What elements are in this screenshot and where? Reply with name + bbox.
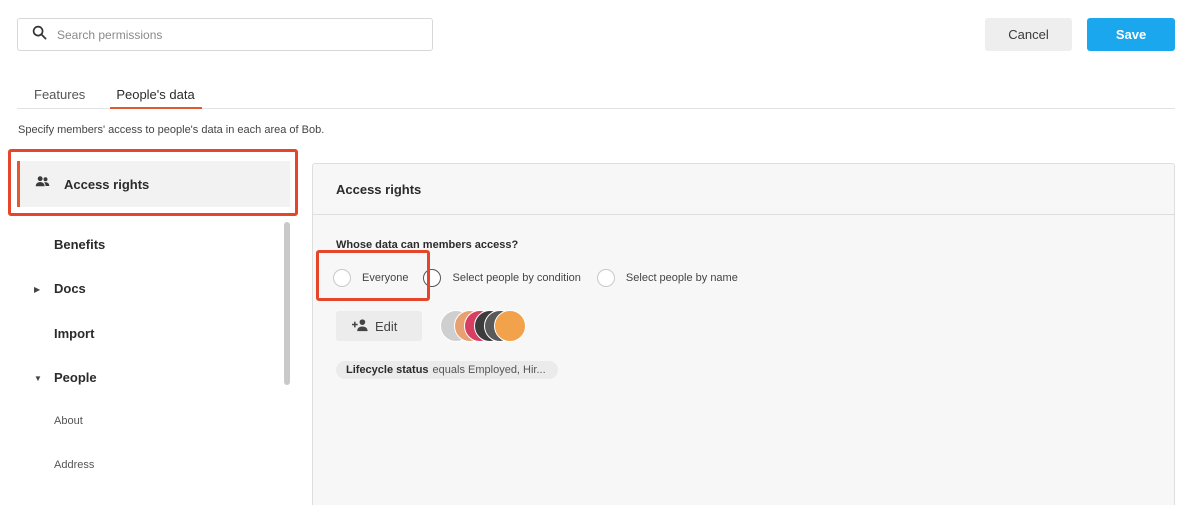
search-box[interactable] (17, 18, 433, 51)
radio-everyone[interactable]: Everyone (333, 269, 408, 287)
edit-label: Edit (375, 318, 398, 334)
sidebar-item-people[interactable]: People (54, 370, 97, 385)
sidebar-scrollbar[interactable] (284, 222, 290, 385)
radio-circle[interactable] (423, 269, 442, 287)
search-icon (32, 25, 47, 45)
access-question: Whose data can members access? (336, 239, 519, 251)
sidebar-subitem-address[interactable]: Address (54, 459, 94, 471)
avatar (494, 310, 526, 342)
add-person-icon (352, 318, 375, 335)
radio-label: Everyone (362, 272, 409, 284)
radio-select-by-condition[interactable]: Select people by condition (423, 269, 581, 287)
sidebar-item-label: Access rights (64, 176, 150, 192)
condition-chip[interactable]: Lifecycle status equals Employed, Hir... (336, 361, 558, 379)
people-icon (35, 174, 50, 194)
tab-peoples-data[interactable]: People's data (110, 80, 202, 109)
radio-select-by-name[interactable]: Select people by name (596, 269, 738, 287)
caret-down-icon[interactable]: ▼ (34, 374, 42, 383)
access-options: Everyone Select people by condition Sele… (333, 267, 738, 289)
radio-label: Select people by condition (452, 272, 581, 284)
selected-people-avatars[interactable] (440, 310, 540, 342)
panel-title: Access rights (313, 164, 1174, 215)
tab-bar: Features People's data (17, 80, 1175, 109)
radio-circle[interactable] (333, 269, 351, 287)
search-input[interactable] (57, 27, 417, 42)
save-button[interactable]: Save (1087, 18, 1175, 51)
sidebar-subitem-about[interactable]: About (54, 415, 83, 427)
cancel-button[interactable]: Cancel (985, 18, 1072, 51)
sidebar-item-docs[interactable]: Docs (54, 281, 86, 296)
sidebar-item-import[interactable]: Import (54, 326, 94, 341)
chip-condition: equals Employed, Hir... (432, 364, 546, 376)
access-rights-panel: Access rights Whose data can members acc… (312, 163, 1175, 505)
sidebar-item-access-rights[interactable]: Access rights (17, 161, 290, 207)
radio-label: Select people by name (625, 272, 738, 284)
page-description: Specify members' access to people's data… (18, 124, 325, 136)
sidebar-item-benefits[interactable]: Benefits (54, 237, 105, 252)
tab-features[interactable]: Features (34, 80, 85, 109)
chip-field: Lifecycle status (346, 364, 429, 376)
caret-right-icon[interactable]: ▶ (34, 285, 40, 294)
edit-button[interactable]: Edit (336, 311, 422, 341)
radio-circle[interactable] (596, 269, 615, 287)
